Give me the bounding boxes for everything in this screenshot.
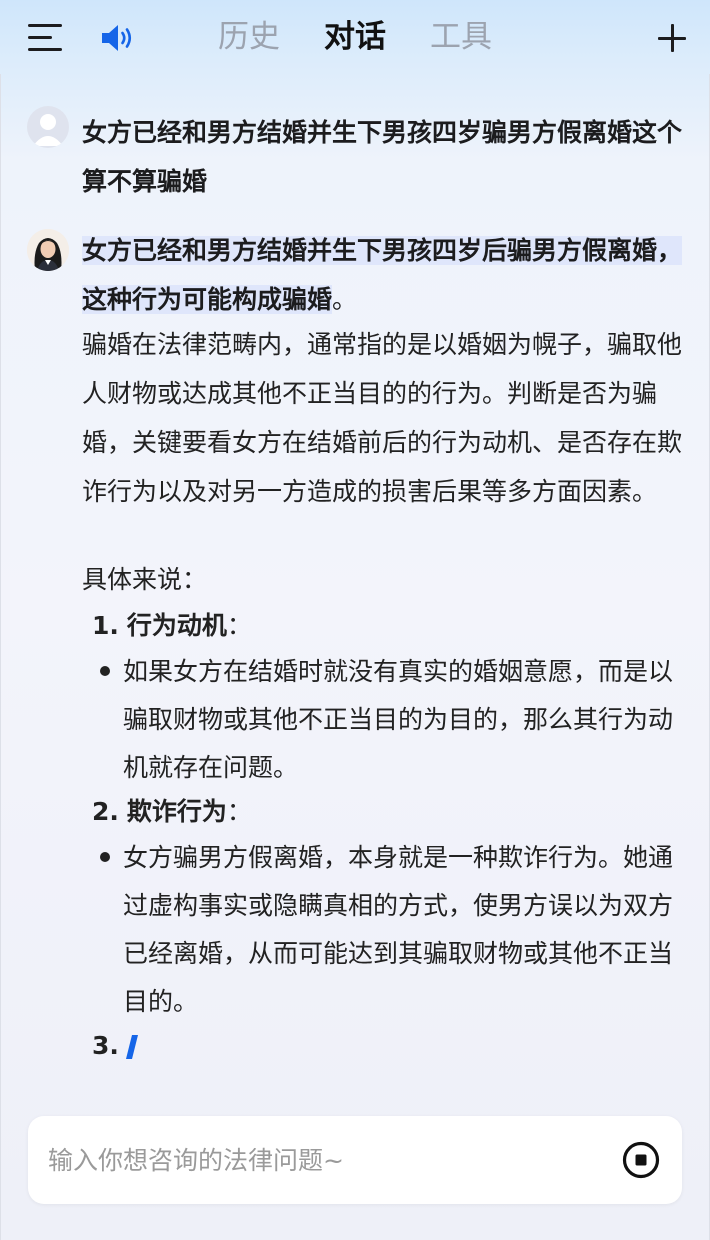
list-item-colon: ：: [226, 797, 252, 826]
list-item-title: 欺诈行为: [126, 797, 227, 826]
list-item-3-number: 3.: [92, 1031, 119, 1060]
plus-icon[interactable]: [658, 24, 686, 52]
top-bar: 历史 对话 工具: [0, 0, 710, 74]
composer: [28, 1116, 682, 1204]
user-avatar: [27, 106, 69, 148]
user-message: 女方已经和男方结婚并生下男孩四岁骗男方假离婚这个算不算骗婚: [82, 118, 683, 196]
speaker-icon[interactable]: [100, 22, 136, 54]
title-period: 。: [332, 285, 358, 314]
list-item-colon: ：: [226, 611, 252, 640]
tab-history[interactable]: 历史: [218, 16, 280, 58]
assistant-lead: 具体来说：: [82, 565, 208, 594]
stop-icon[interactable]: [621, 1140, 661, 1180]
list-item-title: 行为动机: [126, 611, 227, 640]
bullet-dot: [100, 852, 110, 862]
tab-tools[interactable]: 工具: [430, 16, 492, 58]
question-input[interactable]: [48, 1138, 608, 1182]
bullet-dot: [100, 666, 110, 676]
list-item-1-heading: 1. 行为动机：: [92, 606, 252, 646]
menu-icon[interactable]: [28, 24, 62, 52]
assistant-avatar: [27, 229, 69, 271]
typing-cursor-icon: [126, 1034, 138, 1060]
assistant-paragraph: 骗婚在法律范畴内，通常指的是以婚姻为幌子，骗取他人财物或达成其他不正当目的的行为…: [82, 330, 683, 506]
list-item-number: 1.: [92, 611, 119, 640]
highlighted-answer: 女方已经和男方结婚并生下男孩四岁后骗男方假离婚，这种行为可能构成骗婚: [82, 236, 683, 314]
assistant-reply-title: 女方已经和男方结婚并生下男孩四岁后骗男方假离婚，这种行为可能构成骗婚。: [82, 226, 683, 324]
list-item-number: 2.: [92, 797, 119, 826]
list-item-2-heading: 2. 欺诈行为：: [92, 792, 252, 832]
list-item-1-bullet: 如果女方在结婚时就没有真实的婚姻意愿，而是以骗取财物或其他不正当目的为目的，那么…: [123, 657, 674, 782]
list-item-2-bullet: 女方骗男方假离婚，本身就是一种欺诈行为。她通过虚构事实或隐瞒真相的方式，使男方误…: [123, 843, 674, 1016]
tab-chat[interactable]: 对话: [324, 16, 386, 58]
